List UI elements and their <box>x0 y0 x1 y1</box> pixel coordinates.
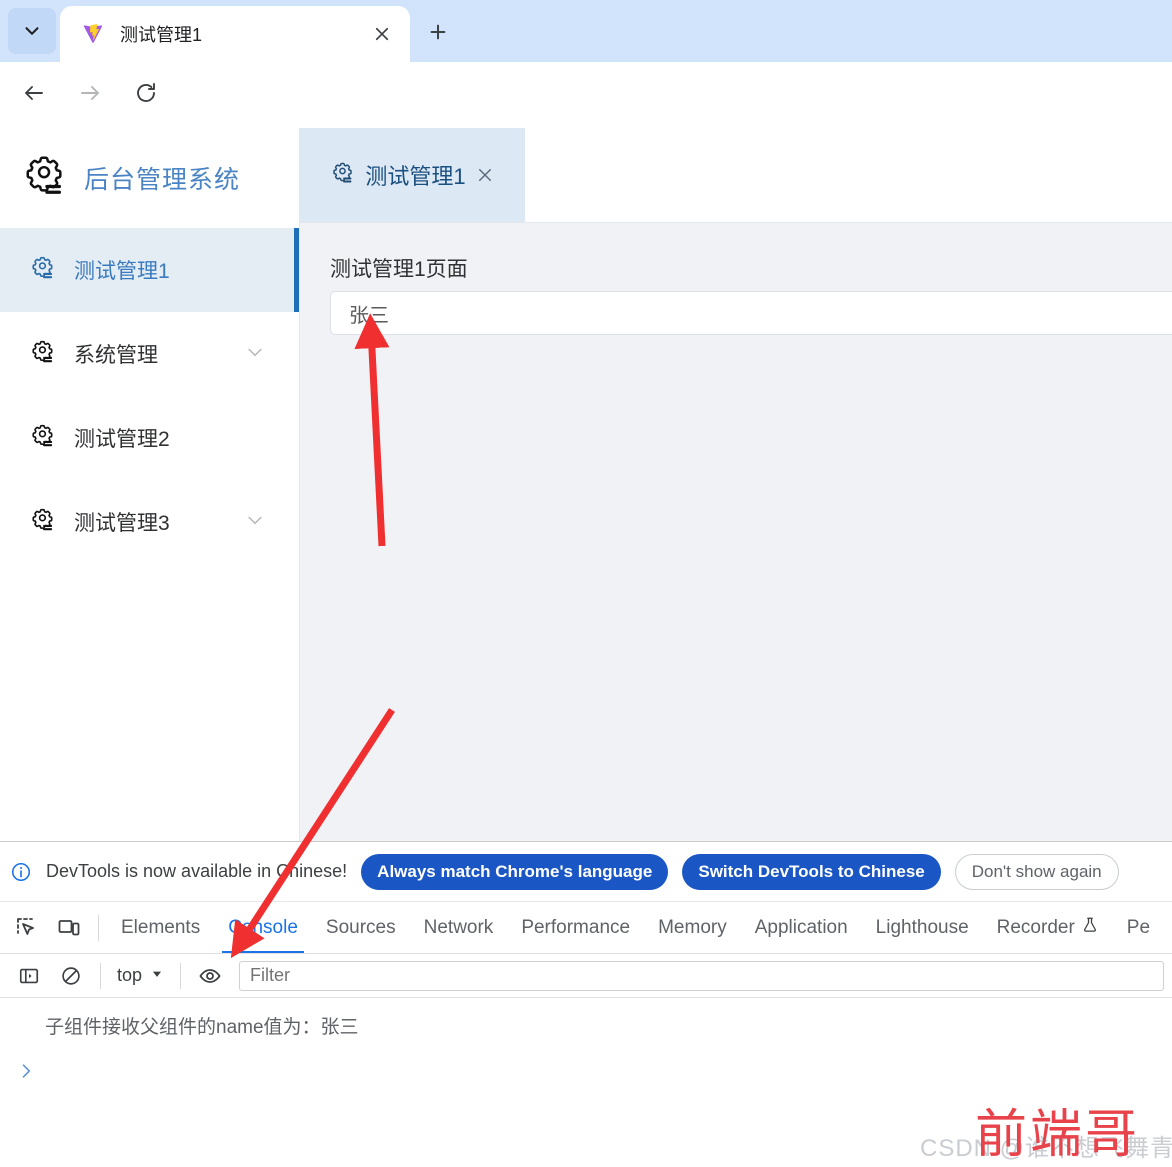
console-filter-input[interactable] <box>239 960 1164 991</box>
sidebar-item-label: 测试管理3 <box>74 512 170 535</box>
console-toolbar-divider-2 <box>180 962 182 989</box>
main-content: 测试管理1 测试管理1页面 <box>300 128 1172 841</box>
app-logo[interactable]: 后台管理系统 <box>0 128 299 228</box>
app-tab-strip: 测试管理1 <box>300 128 1172 223</box>
arrow-left-icon <box>22 81 46 110</box>
sidebar: 后台管理系统 测试管理1 系统管理 测试管理2 测试管理3 <box>0 128 300 841</box>
gear-list-icon <box>30 255 56 286</box>
console-context-selector[interactable]: top <box>109 965 172 986</box>
app-tab-test-management-1[interactable]: 测试管理1 <box>300 128 525 222</box>
gear-list-icon <box>22 153 68 204</box>
always-match-language-button[interactable]: Always match Chrome's language <box>361 853 669 890</box>
sidebar-item-label: 测试管理1 <box>74 260 170 283</box>
reload-button[interactable] <box>124 73 168 117</box>
console-prompt[interactable] <box>0 1061 1172 1086</box>
inspect-element-icon[interactable] <box>6 907 48 949</box>
chevron-down-icon <box>21 20 43 42</box>
devtools-tab-elements[interactable]: Elements <box>107 902 214 953</box>
clear-console-icon[interactable] <box>50 955 92 997</box>
flask-icon <box>1081 916 1099 940</box>
chevron-down-icon[interactable] <box>245 510 265 535</box>
sidebar-item-test-management-1[interactable]: 测试管理1 <box>0 228 299 312</box>
app-tab-label: 测试管理1 <box>365 164 466 189</box>
screen-root: 测试管理1 后台管理系统 测试管理1 系统管理 测试管理2 测试管理3 测试管理… <box>0 0 1172 1167</box>
page-title: 测试管理1页面 <box>330 258 468 281</box>
forward-button[interactable] <box>68 73 112 117</box>
sidebar-item-test-management-2[interactable]: 测试管理2 <box>0 396 299 480</box>
watermark-author: 前端哥 <box>975 1107 1141 1164</box>
devtools-tab-recorder-label: Recorder <box>996 916 1075 938</box>
devtools-tab-application[interactable]: Application <box>741 902 862 953</box>
reload-icon <box>134 81 158 110</box>
console-toolbar-divider <box>100 962 101 989</box>
gear-list-icon <box>30 507 56 538</box>
sidebar-item-test-management-3[interactable]: 测试管理3 <box>0 480 299 564</box>
devtools-tab-sources[interactable]: Sources <box>312 902 410 953</box>
plus-icon <box>427 21 449 48</box>
devtools-tab-lighthouse[interactable]: Lighthouse <box>862 902 983 953</box>
page-content: 测试管理1页面 <box>300 223 1172 335</box>
browser-tab-title: 测试管理1 <box>120 25 203 45</box>
browser-tab[interactable]: 测试管理1 <box>60 6 410 62</box>
sidebar-item-label: 测试管理2 <box>74 428 170 451</box>
console-message: 子组件接收父组件的name值为：张三 <box>45 1017 359 1038</box>
chevron-right-icon <box>16 1061 36 1086</box>
page-viewport: 后台管理系统 测试管理1 系统管理 测试管理2 测试管理3 测试管理1 测试管理… <box>0 128 1172 841</box>
device-toolbar-icon[interactable] <box>48 907 90 949</box>
dont-show-again-button[interactable]: Don't show again <box>954 853 1119 890</box>
vite-logo-icon <box>82 23 104 45</box>
browser-tab-strip: 测试管理1 <box>0 0 1172 62</box>
infobar-message: DevTools is now available in Chinese! <box>46 861 348 881</box>
devtools-tab-performance[interactable]: Performance <box>507 902 644 953</box>
sidebar-menu: 测试管理1 系统管理 测试管理2 测试管理3 <box>0 228 299 564</box>
chevron-down-icon[interactable] <box>245 342 265 367</box>
devtools-tab-network[interactable]: Network <box>410 902 508 953</box>
tab-search-chevron-button[interactable] <box>8 8 56 54</box>
back-button[interactable] <box>12 73 56 117</box>
switch-devtools-to-chinese-button[interactable]: Switch DevTools to Chinese <box>682 853 941 890</box>
devtools-language-infobar: DevTools is now available in Chinese! Al… <box>0 842 1172 902</box>
info-circle-icon <box>10 861 32 883</box>
console-context-label: top <box>117 965 143 985</box>
close-icon[interactable] <box>368 20 396 48</box>
toolbar-divider <box>98 914 99 941</box>
name-input[interactable] <box>330 291 1172 335</box>
sidebar-item-label: 系统管理 <box>74 344 158 367</box>
caret-down-icon <box>150 965 164 986</box>
new-tab-button[interactable] <box>420 16 456 52</box>
app-logo-text: 后台管理系统 <box>84 166 241 194</box>
gear-list-icon <box>30 339 56 370</box>
devtools-tab-bar: Elements Console Sources Network Perform… <box>0 902 1172 954</box>
gear-list-icon <box>331 161 355 190</box>
devtools-tab-console[interactable]: Console <box>214 902 312 953</box>
browser-toolbar: localhost:5173/#/test-management1 <box>0 62 1172 182</box>
eye-icon[interactable] <box>189 955 231 997</box>
sidebar-item-system-management[interactable]: 系统管理 <box>0 312 299 396</box>
devtools-tab-memory[interactable]: Memory <box>644 902 741 953</box>
devtools-tab-recorder[interactable]: Recorder <box>983 902 1113 953</box>
arrow-right-icon <box>78 81 102 110</box>
console-toolbar: top <box>0 954 1172 998</box>
sidebar-toggle-icon[interactable] <box>8 955 50 997</box>
devtools-tab-performance-insights[interactable]: Pe <box>1113 902 1164 953</box>
gear-list-icon <box>30 423 56 454</box>
close-icon[interactable] <box>476 166 494 184</box>
